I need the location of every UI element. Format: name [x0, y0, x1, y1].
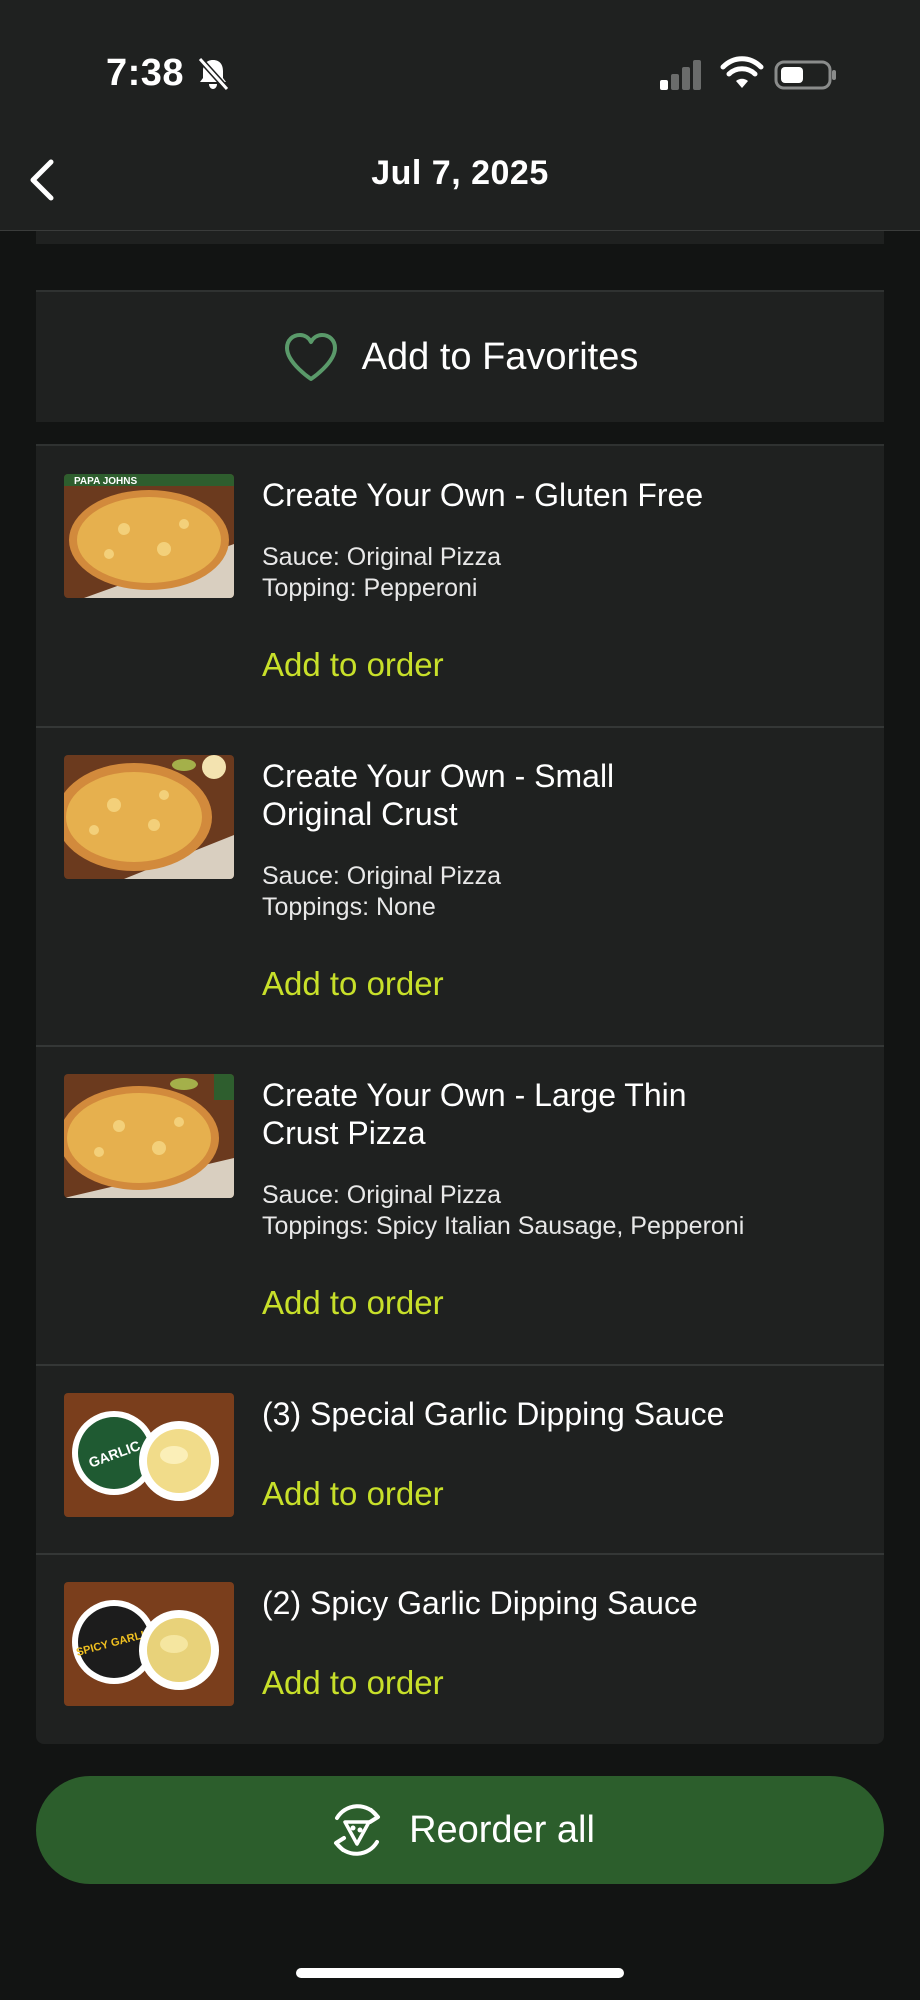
reorder-pizza-icon [334, 1804, 381, 1856]
order-item: Create Your Own - Large Thin Crust Pizza… [36, 1046, 884, 1366]
item-sauce: Sauce: Original Pizza [262, 543, 502, 571]
order-item: GARLIC (3) Special Garlic Dipping Sauce … [36, 1365, 884, 1555]
wifi-icon [720, 56, 764, 88]
page-title: Jul 7, 2025 [371, 154, 549, 192]
status-time: 7:38 [106, 52, 185, 94]
add-to-order-link[interactable]: Add to order [262, 1284, 444, 1322]
order-item: PAPA JOHNS Create Your Own - Gluten Free… [36, 446, 884, 728]
cheese-pizza-image [64, 755, 234, 879]
home-indicator[interactable] [296, 1968, 624, 1978]
item-title: (2) Spicy Garlic Dipping Sauce [262, 1585, 698, 1621]
item-sauce: Sauce: Original Pizza [262, 862, 502, 890]
reorder-all-label: Reorder all [409, 1808, 595, 1851]
heart-outline-icon [284, 333, 337, 381]
item-thumbnail: PAPA JOHNS [64, 474, 234, 598]
reorder-all-button[interactable]: Reorder all [36, 1776, 884, 1884]
add-to-order-link[interactable]: Add to order [262, 646, 444, 684]
battery-icon [774, 60, 836, 90]
add-to-favorites-button[interactable]: Add to Favorites [36, 290, 884, 422]
add-to-favorites-label: Add to Favorites [361, 335, 639, 378]
item-title: Create Your Own - Large Thin Crust Pizza [262, 1077, 687, 1151]
item-title: Create Your Own - Gluten Free [262, 477, 704, 513]
previous-section-edge [36, 231, 884, 244]
order-item: Create Your Own - Small Original Crust S… [36, 727, 884, 1047]
add-to-order-link[interactable]: Add to order [262, 965, 444, 1003]
order-items-list: PAPA JOHNS Create Your Own - Gluten Free… [36, 444, 884, 1744]
bell-slash-icon [197, 56, 230, 92]
garlic-sauce-image: GARLIC [64, 1393, 234, 1517]
item-thumbnail [64, 1074, 234, 1198]
item-toppings: Toppings: None [262, 893, 436, 921]
svg-text:PAPA JOHNS: PAPA JOHNS [74, 476, 137, 487]
cheese-pizza-image: PAPA JOHNS [64, 474, 234, 598]
spicy-garlic-sauce-image: SPICY GARLIC [64, 1582, 234, 1706]
item-thumbnail: GARLIC [64, 1393, 234, 1517]
order-item: SPICY GARLIC (2) Spicy Garlic Dipping Sa… [36, 1554, 884, 1742]
item-thumbnail [64, 755, 234, 879]
top-bar: 7:38 Jul 7, 2025 [0, 0, 920, 231]
item-toppings: Topping: Pepperoni [262, 574, 478, 602]
add-to-order-link[interactable]: Add to order [262, 1664, 444, 1702]
item-sauce: Sauce: Original Pizza [262, 1181, 502, 1209]
item-title: Create Your Own - Small Original Crust [262, 758, 615, 832]
cheese-pizza-image [64, 1074, 234, 1198]
item-toppings: Toppings: Spicy Italian Sausage, Peppero… [262, 1212, 745, 1240]
item-title: (3) Special Garlic Dipping Sauce [262, 1396, 725, 1432]
cellular-signal-icon [660, 60, 701, 90]
item-thumbnail: SPICY GARLIC [64, 1582, 234, 1706]
add-to-order-link[interactable]: Add to order [262, 1475, 444, 1513]
